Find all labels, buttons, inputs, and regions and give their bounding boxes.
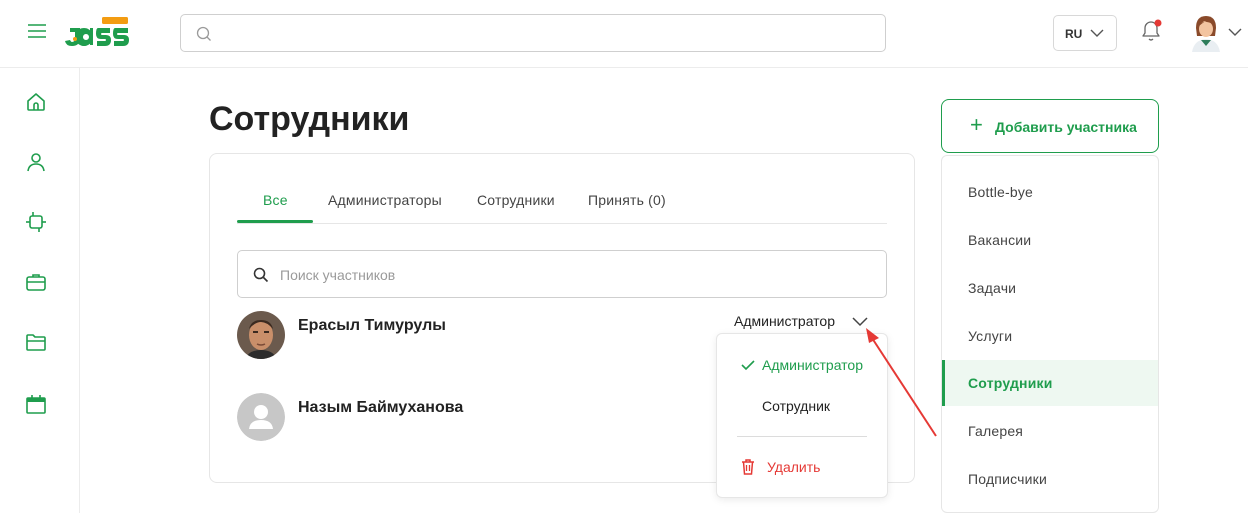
jas-logo[interactable]	[64, 16, 136, 48]
section-item-label: Галерея	[968, 423, 1024, 439]
add-member-label: Добавить участника	[995, 119, 1137, 135]
home-icon[interactable]	[24, 90, 48, 114]
member-search[interactable]	[237, 250, 887, 298]
active-tab-indicator	[237, 220, 313, 223]
delete-member-option[interactable]: Удалить	[767, 459, 820, 475]
role-select-value: Администратор	[734, 313, 836, 329]
section-item-label: Подписчики	[968, 471, 1048, 487]
folder-icon[interactable]	[24, 330, 48, 354]
user-icon[interactable]	[24, 150, 48, 174]
tab-all[interactable]: Все	[263, 192, 288, 208]
top-bar: RU	[0, 0, 1248, 68]
language-label: RU	[1065, 27, 1083, 41]
chip-icon[interactable]	[24, 210, 48, 234]
section-item-label: Сотрудники	[968, 375, 1053, 391]
section-item-gallery[interactable]: Галерея	[942, 408, 1158, 454]
trash-icon[interactable]	[741, 459, 755, 475]
default-avatar[interactable]	[237, 393, 285, 441]
checkmark-icon	[741, 360, 755, 371]
role-option-admin[interactable]: Администратор	[762, 357, 863, 373]
tab-employees[interactable]: Сотрудники	[477, 192, 555, 208]
annotation-arrow	[866, 328, 937, 437]
member-avatar[interactable]	[237, 311, 285, 359]
member-name: Назым Баймуханова	[298, 399, 464, 416]
role-select[interactable]: Администратор	[734, 313, 874, 335]
add-member-button[interactable]: + Добавить участника	[941, 99, 1159, 153]
section-item-label: Bottle-bye	[968, 184, 1034, 200]
search-icon	[253, 267, 269, 283]
page-title: Сотрудники	[209, 100, 410, 138]
plus-icon: +	[970, 112, 983, 137]
search-icon	[196, 26, 211, 41]
section-item-vacancies[interactable]: Вакансии	[942, 217, 1158, 263]
page-sections-nav: Bottle-bye Вакансии Задачи Услуги Сотруд…	[941, 155, 1159, 513]
member-name: Ерасыл Тимурулы	[298, 317, 446, 334]
section-item-bottle-bye[interactable]: Bottle-bye	[942, 169, 1158, 215]
briefcase-icon[interactable]	[24, 270, 48, 294]
menu-icon[interactable]	[28, 24, 46, 38]
global-search[interactable]	[180, 14, 886, 52]
member-search-input[interactable]	[280, 263, 860, 287]
chevron-down-icon	[1090, 29, 1104, 37]
tab-admins[interactable]: Администраторы	[328, 192, 442, 208]
section-item-employees[interactable]: Сотрудники	[942, 360, 1158, 406]
active-indicator	[942, 360, 945, 406]
member-row: Ерасыл Тимурулы	[237, 311, 737, 359]
language-selector[interactable]: RU	[1053, 15, 1117, 51]
member-row: Назым Баймуханова	[237, 393, 737, 441]
member-tabs: Все Администраторы Сотрудники Принять (0…	[237, 182, 887, 224]
section-item-label: Вакансии	[968, 232, 1032, 248]
section-item-tasks[interactable]: Задачи	[942, 265, 1158, 311]
menu-divider	[737, 436, 867, 437]
left-sidebar	[0, 68, 80, 513]
chevron-down-icon[interactable]	[1228, 27, 1242, 37]
section-item-subscribers[interactable]: Подписчики	[942, 456, 1158, 502]
global-search-input[interactable]	[221, 21, 861, 47]
user-avatar[interactable]	[1188, 12, 1224, 52]
calendar-icon[interactable]	[24, 392, 48, 416]
section-item-services[interactable]: Услуги	[942, 313, 1158, 359]
section-item-label: Задачи	[968, 280, 1017, 296]
section-item-label: Услуги	[968, 328, 1013, 344]
tab-accept[interactable]: Принять (0)	[588, 192, 666, 208]
role-option-employee[interactable]: Сотрудник	[762, 398, 830, 414]
notification-bell-icon[interactable]	[1138, 16, 1164, 44]
